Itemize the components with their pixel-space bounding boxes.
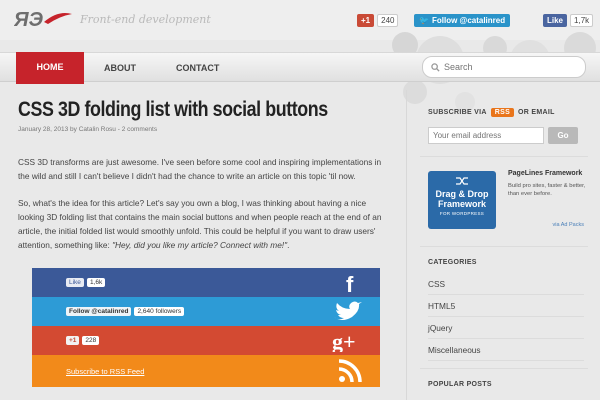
search-box[interactable] (422, 56, 586, 78)
gplus-button[interactable]: +1 240 (357, 12, 399, 28)
subscribe-heading: SUBSCRIBE VIA RSS OR EMAIL (428, 108, 555, 117)
svg-text:f: f (346, 272, 354, 294)
popular-posts-heading: POPULAR POSTS (428, 381, 492, 388)
subscribe-post: OR EMAIL (518, 109, 555, 116)
ad-via-link[interactable]: via Ad Packs (553, 222, 585, 228)
facebook-icon: f (340, 268, 362, 297)
email-subscribe-form: Go (428, 127, 578, 144)
svg-text:ЯЭ: ЯЭ (14, 9, 44, 30)
sidebar-divider (420, 246, 588, 247)
rss-badge[interactable]: RSS (490, 108, 515, 117)
search-icon (431, 62, 440, 72)
gplus-icon: g+ (332, 326, 362, 355)
folding-item-twitter: Follow @catalinred 2,640 followers (32, 297, 380, 326)
ad-widget: Drag & Drop Framework FOR WORDPRESS PageL… (420, 166, 588, 246)
category-css[interactable]: CSS (428, 273, 584, 295)
ad-banner-line1: Drag & Drop (435, 189, 489, 199)
gplus-count: 240 (377, 13, 399, 27)
categories-list: CSS HTML5 jQuery Miscellaneous (428, 273, 584, 361)
paragraph-2-end: . (287, 240, 290, 250)
twitter-follow-label: Follow @catalinred (431, 15, 506, 25)
sidebar-divider (420, 156, 588, 157)
site-tagline: Front-end development (80, 13, 211, 26)
svg-text:g+: g+ (332, 330, 356, 352)
twitter-bird-icon: 🐦 (419, 15, 429, 25)
tw-follow-mini-button[interactable]: Follow @catalinred (66, 307, 132, 316)
gplus-mini-count: 228 (82, 336, 100, 345)
nav-home[interactable]: HOME (16, 52, 84, 84)
paragraph-2-quote: "Hey, did you like my article? Connect w… (112, 240, 288, 250)
shuffle-icon (456, 177, 468, 185)
facebook-like-count: 1,7k (570, 13, 594, 27)
category-jquery[interactable]: jQuery (428, 317, 584, 339)
article-paragraph-2: So, what's the idea for this article? Le… (18, 196, 390, 252)
site-logo[interactable]: ЯЭ (14, 8, 74, 30)
column-divider (406, 90, 407, 400)
folding-social-list: Like 1,6k f Follow @catalinred 2,640 fol… (32, 265, 380, 389)
category-miscellaneous[interactable]: Miscellaneous (428, 339, 584, 361)
article-meta: January 28, 2013 by Catalin Rosu - 2 com… (18, 126, 158, 133)
folding-item-rss: Subscribe to RSS Feed (32, 355, 380, 387)
article-title[interactable]: CSS 3D folding list with social buttons (18, 98, 341, 122)
tw-follow-mini-count: 2,640 followers (134, 307, 185, 316)
ad-banner[interactable]: Drag & Drop Framework FOR WORDPRESS (428, 171, 496, 229)
rss-subscribe-link[interactable]: Subscribe to RSS Feed (66, 367, 144, 376)
nav-about[interactable]: ABOUT (104, 53, 136, 83)
gplus-label: +1 (357, 13, 375, 27)
category-html5[interactable]: HTML5 (428, 295, 584, 317)
fb-like-mini-count: 1,6k (86, 278, 106, 287)
article: CSS 3D folding list with social buttons … (18, 98, 398, 250)
article-paragraph-1: CSS 3D transforms are just awesome. I've… (18, 157, 382, 181)
ad-banner-line2: Framework (437, 199, 487, 209)
facebook-like-button[interactable]: Like 1,7k (543, 12, 594, 28)
rss-icon (338, 355, 362, 387)
ad-title[interactable]: PageLines Framework (508, 170, 582, 177)
email-field[interactable] (428, 127, 544, 144)
facebook-like-label: Like (543, 13, 568, 27)
nav-contact[interactable]: CONTACT (176, 53, 219, 83)
folding-item-gplus: +1 228 g+ (32, 326, 380, 355)
twitter-bird-icon (332, 297, 362, 326)
categories-heading: CATEGORIES (428, 259, 477, 266)
go-button[interactable]: Go (548, 127, 578, 144)
twitter-follow-button[interactable]: 🐦 Follow @catalinred (414, 12, 511, 28)
subscribe-pre: SUBSCRIBE VIA (428, 109, 487, 116)
fb-like-mini-button[interactable]: Like (66, 278, 84, 287)
ad-description: Build pro sites, faster & better, than e… (508, 183, 586, 197)
ad-banner-sub: FOR WORDPRESS (439, 211, 485, 216)
folding-item-facebook: Like 1,6k f (32, 268, 380, 297)
gplus-mini-button[interactable]: +1 (66, 336, 80, 345)
sidebar-divider (420, 368, 588, 369)
search-input[interactable] (444, 62, 574, 72)
